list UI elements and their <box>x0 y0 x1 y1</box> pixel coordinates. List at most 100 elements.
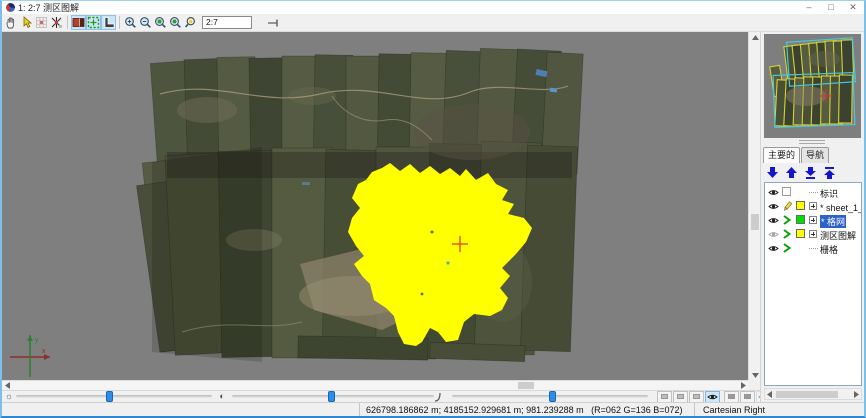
tab-main[interactable]: 主要的 <box>763 147 800 163</box>
tree-connector <box>809 192 818 193</box>
eye-visible-icon[interactable] <box>768 244 779 253</box>
tree-hscroll-thumb[interactable] <box>776 391 838 398</box>
map-canvas[interactable]: y x <box>2 32 748 380</box>
layer-label[interactable]: 栅格 <box>820 243 838 256</box>
gamma-curve-icon <box>434 392 452 402</box>
layer-row-raster[interactable]: 栅格 <box>765 241 861 255</box>
zoom-in-icon <box>124 16 137 29</box>
expand-toggle-icon[interactable] <box>809 216 817 224</box>
arrow-to-top-icon <box>823 166 836 180</box>
channel-button-1[interactable] <box>657 391 672 403</box>
eye-icon <box>707 393 718 401</box>
zoom-out-icon <box>139 16 152 29</box>
channel-button-3[interactable] <box>689 391 704 403</box>
edit-pencil-icon <box>782 201 793 212</box>
move-to-bottom-button[interactable] <box>802 165 819 181</box>
expand-toggle-icon[interactable] <box>809 202 817 210</box>
zoom-fit-icon <box>184 16 197 29</box>
show-image-button[interactable] <box>705 391 720 403</box>
scroll-left-arrow[interactable] <box>765 389 774 399</box>
move-to-top-button[interactable] <box>821 165 838 181</box>
zoom-scale-combobox[interactable]: 2:7 <box>202 16 252 29</box>
vscroll-thumb[interactable] <box>751 214 759 230</box>
panel-splitter-handle[interactable] <box>799 140 825 144</box>
contrast-slider-thumb[interactable] <box>328 391 335 402</box>
layer-row-sheet[interactable]: * sheet_1_1 (矢 <box>765 199 861 213</box>
brightness-slider[interactable] <box>16 395 212 398</box>
zoom-out-button[interactable] <box>138 15 153 30</box>
image-adjust-bar: ☼ ◐ <box>2 390 760 402</box>
axes-mode-toggle-button[interactable] <box>101 15 116 30</box>
layer-color-swatch[interactable] <box>796 229 805 238</box>
selection-target-toggle-button[interactable] <box>86 15 101 30</box>
l-shape-axes-icon <box>102 16 115 29</box>
maximize-button[interactable]: □ <box>820 1 842 14</box>
layers-panel: 主要的 导航 标识 * sheet_1_1 (矢 <box>760 32 864 402</box>
layer-marker-box[interactable] <box>782 187 791 196</box>
brightness-icon: ☼ <box>2 391 16 402</box>
overview-minimap[interactable] <box>764 34 861 138</box>
minimap-footprints <box>764 34 861 138</box>
window-title: 1: 2:7 测区图解 <box>18 1 79 14</box>
contrast-slider[interactable] <box>232 395 434 398</box>
layer-color-swatch[interactable] <box>796 201 805 210</box>
move-up-button[interactable] <box>783 165 800 181</box>
layer-chevron-icon <box>782 229 792 239</box>
add-marker-tool-button[interactable] <box>19 15 34 30</box>
layer-color-swatch[interactable] <box>796 215 805 224</box>
status-coordinate-system: Cartesian Right <box>694 403 864 416</box>
layer-row-labels[interactable]: 标识 <box>765 185 861 199</box>
snap-tool-button[interactable] <box>49 15 64 30</box>
svg-text:x: x <box>42 348 46 355</box>
zoom-to-region-button[interactable] <box>153 15 168 30</box>
green-target-icon <box>87 16 100 29</box>
status-coordinates: 626798.186862 m; 4185152.929681 m; 981.2… <box>360 405 694 415</box>
tab-navigation[interactable]: 导航 <box>801 147 829 163</box>
grid-red-center-icon <box>35 16 48 29</box>
layer-order-buttons <box>764 165 838 182</box>
overlay-button-2[interactable] <box>740 391 755 403</box>
tree-horizontal-scrollbar[interactable] <box>764 388 862 400</box>
gamma-slider[interactable] <box>452 395 648 398</box>
app-logo-icon <box>6 3 15 12</box>
axes-indicator-icon: y x <box>10 335 50 377</box>
hand-icon <box>5 16 18 29</box>
zoom-actual-size-button[interactable] <box>168 15 183 30</box>
zoom-in-button[interactable] <box>123 15 138 30</box>
scroll-left-arrow[interactable] <box>2 381 12 390</box>
eye-visible-icon[interactable] <box>768 202 779 211</box>
layer-row-grid[interactable]: * 格网 <box>765 213 861 227</box>
minimize-button[interactable]: – <box>798 1 820 14</box>
tree-connector <box>809 248 818 249</box>
yellow-cursor-icon <box>20 16 33 29</box>
pan-tool-button[interactable] <box>4 15 19 30</box>
eye-visible-icon[interactable] <box>768 188 779 197</box>
panel-tabs: 主要的 导航 <box>763 146 830 163</box>
layers-tree: 标识 * sheet_1_1 (矢 * 格网 <box>764 182 862 386</box>
canvas-horizontal-scrollbar[interactable] <box>2 380 748 390</box>
hscroll-thumb[interactable] <box>518 382 534 389</box>
zoom-region-icon <box>154 16 167 29</box>
brightness-slider-thumb[interactable] <box>106 391 113 402</box>
arrow-to-bottom-icon <box>804 166 817 180</box>
layer-row-block-scheme[interactable]: 测区图解 <box>765 227 861 241</box>
channel-button-2[interactable] <box>673 391 688 403</box>
arrow-down-icon <box>766 166 779 180</box>
grid-tool-button[interactable] <box>34 15 49 30</box>
gamma-slider-thumb[interactable] <box>549 391 556 402</box>
status-empty-section <box>2 403 360 416</box>
eye-visible-icon[interactable] <box>768 216 779 225</box>
close-button[interactable]: ✕ <box>842 1 864 14</box>
dock-handle-button[interactable] <box>266 15 281 30</box>
zoom-to-fit-button[interactable] <box>183 15 198 30</box>
title-bar: 1: 2:7 测区图解 – □ ✕ <box>2 1 864 14</box>
move-down-button[interactable] <box>764 165 781 181</box>
image-block-toggle-button[interactable] <box>71 15 86 30</box>
overlay-button-1[interactable] <box>724 391 739 403</box>
arrow-up-icon <box>785 166 798 180</box>
expand-toggle-icon[interactable] <box>809 230 817 238</box>
scroll-right-arrow[interactable] <box>852 389 861 399</box>
canvas-vertical-scrollbar[interactable] <box>748 32 760 380</box>
eye-hidden-icon[interactable] <box>768 230 779 239</box>
scroll-right-arrow[interactable] <box>738 381 748 390</box>
